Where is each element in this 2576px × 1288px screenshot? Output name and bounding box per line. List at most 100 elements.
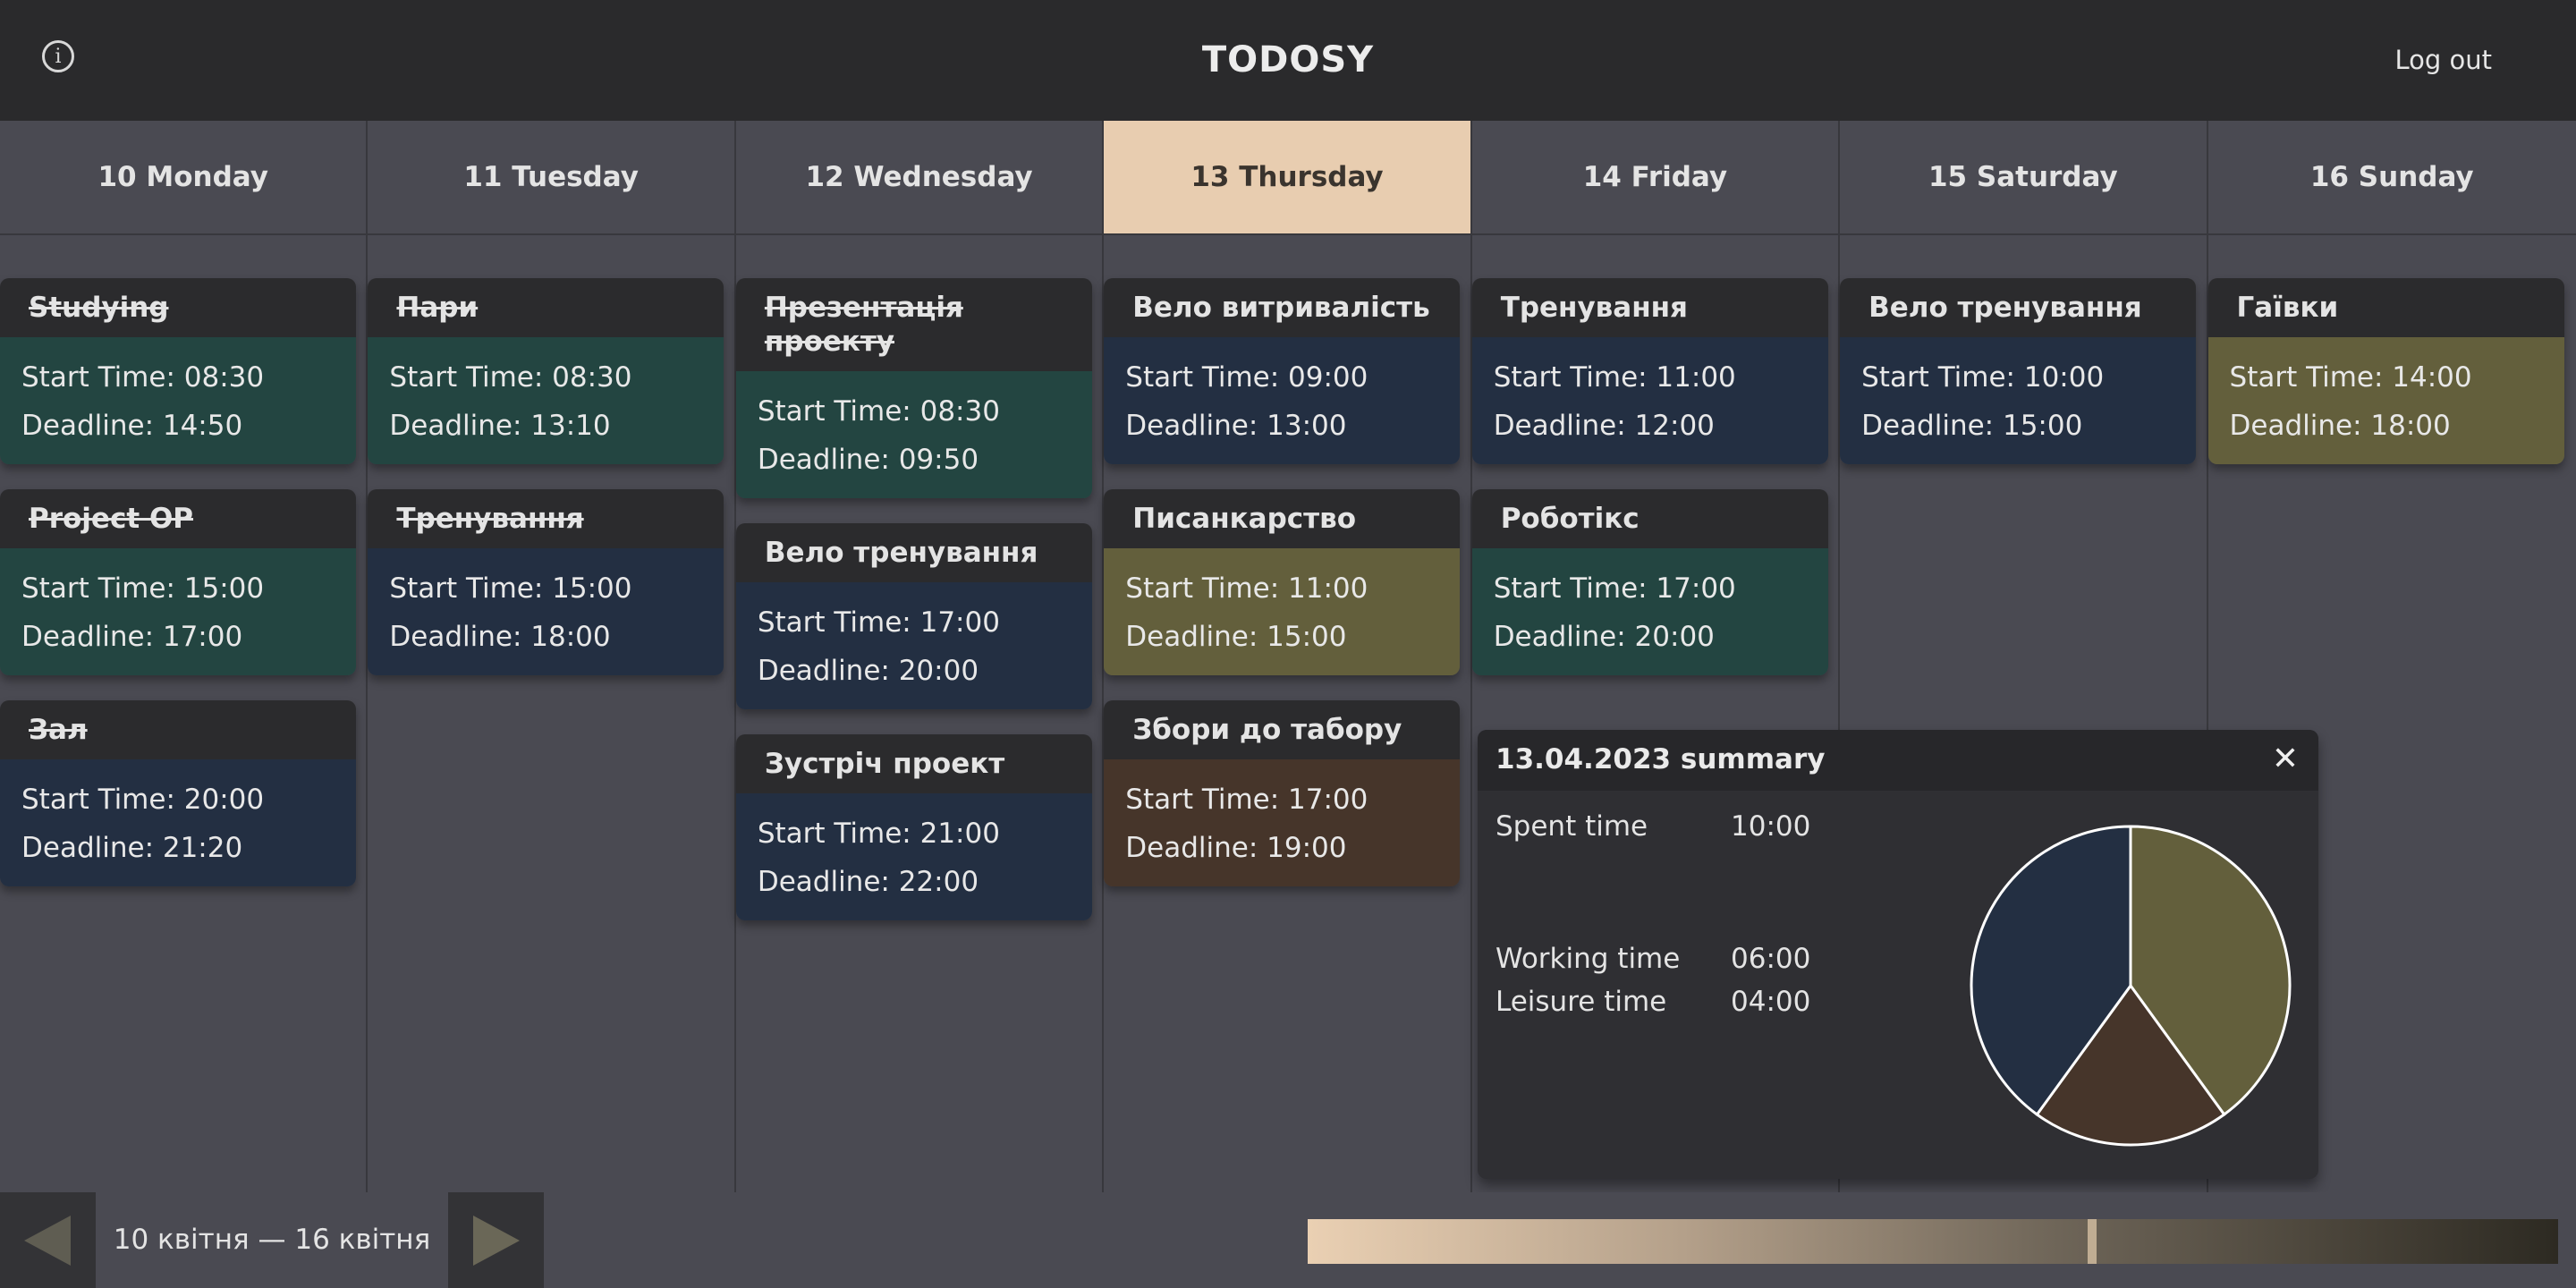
task-deadline: Deadline: 22:00 [757,866,979,898]
task-start-time: Start Time: 11:00 [1493,361,1736,394]
task-details: Start Time: 09:00 Deadline: 13:00 [1104,337,1461,464]
task-title: Гаївки [2207,278,2564,337]
next-week-button[interactable] [448,1192,544,1288]
task-details: Start Time: 17:00 Deadline: 19:00 [1104,759,1461,886]
arrow-right-icon [473,1216,520,1266]
day-column-wednesday: Презентація проекту Start Time: 08:30 Dead… [735,235,1105,1192]
task-title: Зал [0,700,356,759]
task-deadline: Deadline: 19:00 [1125,832,1347,864]
task-card[interactable]: Вело тренування Start Time: 17:00 Deadline… [735,523,1092,709]
day-header-thursday[interactable]: 13 Thursday [1104,121,1472,233]
task-deadline: Deadline: 15:00 [1861,410,2083,442]
week-days-header: 10 Monday 11 Tuesday 12 Wednesday 13 Thu… [0,121,2576,235]
spent-time-label: Spent time [1496,810,1648,843]
task-deadline: Deadline: 20:00 [1493,621,1715,653]
app-title: TODOSY [1201,39,1375,80]
task-title: Збори до табору [1104,700,1461,759]
task-card[interactable]: Вело тренування Start Time: 10:00 Deadline… [1840,278,2197,464]
task-title: Писанкарство [1104,489,1461,548]
task-card[interactable]: Збори до табору Start Time: 17:00 Deadline… [1104,700,1461,886]
task-details: Start Time: 20:00 Deadline: 21:20 [0,759,356,886]
task-card[interactable]: Вело витривалість Start Time: 09:00 Deadli… [1104,278,1461,464]
task-title: Вело тренування [735,523,1092,582]
task-details: Start Time: 15:00 Deadline: 18:00 [368,548,724,675]
day-column-tuesday: Пари Start Time: 08:30 Deadline: 13:10 Трен… [368,235,736,1192]
summary-title: 13.04.2023 summary [1496,743,1826,775]
logout-button[interactable]: Log out [2394,0,2492,121]
task-start-time: Start Time: 14:00 [2229,361,2472,394]
task-details: Start Time: 10:00 Deadline: 15:00 [1840,337,2197,464]
day-header-sunday[interactable]: 16 Sunday [2208,121,2576,233]
task-start-time: Start Time: 15:00 [21,572,265,605]
task-start-time: Start Time: 21:00 [757,818,1000,850]
task-start-time: Start Time: 20:00 [21,784,265,816]
task-start-time: Start Time: 08:30 [757,395,1000,428]
day-column-monday: Studying Start Time: 08:30 Deadline: 14:50… [0,235,369,1192]
task-start-time: Start Time: 11:00 [1125,572,1368,605]
info-icon[interactable]: i [42,40,74,72]
task-details: Start Time: 17:00 Deadline: 20:00 [735,582,1092,709]
task-card[interactable]: Project OP Start Time: 15:00 Deadline: 17:… [0,489,356,675]
task-deadline: Deadline: 20:00 [757,655,979,687]
task-title: Вело витривалість [1104,278,1461,337]
prev-week-button[interactable] [0,1192,96,1288]
day-header-saturday[interactable]: 15 Saturday [1840,121,2208,233]
task-card[interactable]: Тренування Start Time: 11:00 Deadline: 12:… [1471,278,1828,464]
day-header-wednesday[interactable]: 12 Wednesday [736,121,1105,233]
task-start-time: Start Time: 17:00 [1493,572,1736,605]
task-card[interactable]: Презентація проекту Start Time: 08:30 Dead… [735,278,1092,498]
summary-header: 13.04.2023 summary ✕ [1478,730,2318,791]
week-progress-bar [1308,1219,2558,1264]
task-deadline: Deadline: 12:00 [1493,410,1715,442]
task-card[interactable]: Зустріч проект Start Time: 21:00 Deadline:… [735,734,1092,920]
task-title: Тренування [368,489,724,548]
task-deadline: Deadline: 13:00 [1125,410,1347,442]
task-title: Зустріч проект [735,734,1092,793]
task-card[interactable]: Гаївки Start Time: 14:00 Deadline: 18:00 [2207,278,2564,464]
task-details: Start Time: 08:30 Deadline: 14:50 [0,337,356,464]
top-bar: i TODOSY Log out [0,0,2576,121]
task-details: Start Time: 08:30 Deadline: 13:10 [368,337,724,464]
close-icon[interactable]: ✕ [2272,730,2299,789]
task-card[interactable]: Роботікс Start Time: 17:00 Deadline: 20:00 [1471,489,1828,675]
task-start-time: Start Time: 08:30 [389,361,632,394]
task-details: Start Time: 11:00 Deadline: 12:00 [1471,337,1828,464]
time-pie-chart [1970,825,2292,1147]
task-deadline: Deadline: 15:00 [1125,621,1347,653]
task-start-time: Start Time: 10:00 [1861,361,2105,394]
task-start-time: Start Time: 08:30 [21,361,265,394]
task-deadline: Deadline: 13:10 [389,410,611,442]
working-time-value: 06:00 [1731,943,1811,975]
task-start-time: Start Time: 17:00 [757,606,1000,639]
task-card[interactable]: Писанкарство Start Time: 11:00 Deadline: 1… [1104,489,1461,675]
task-card[interactable]: Studying Start Time: 08:30 Deadline: 14:50 [0,278,356,464]
task-title: Studying [0,278,356,337]
day-column-thursday: Вело витривалість Start Time: 09:00 Deadli… [1104,235,1472,1192]
task-card[interactable]: Тренування Start Time: 15:00 Deadline: 18:… [368,489,724,675]
leisure-time-label: Leisure time [1496,986,1667,1018]
task-title: Презентація проекту [735,278,1092,371]
footer-bar: 10 квітня — 16 квітня [0,1192,2576,1288]
day-header-monday[interactable]: 10 Monday [0,121,369,233]
day-header-tuesday[interactable]: 11 Tuesday [368,121,736,233]
task-title: Роботікс [1471,489,1828,548]
task-card[interactable]: Зал Start Time: 20:00 Deadline: 21:20 [0,700,356,886]
task-details: Start Time: 08:30 Deadline: 09:50 [735,371,1092,498]
task-details: Start Time: 15:00 Deadline: 17:00 [0,548,356,675]
day-summary-popup: 13.04.2023 summary ✕ Spent time 10:00 Wo… [1478,730,2318,1179]
spent-time-value: 10:00 [1731,810,1811,843]
task-start-time: Start Time: 17:00 [1125,784,1368,816]
task-deadline: Deadline: 21:20 [21,832,243,864]
task-deadline: Deadline: 09:50 [757,444,979,476]
task-details: Start Time: 21:00 Deadline: 22:00 [735,793,1092,920]
task-start-time: Start Time: 15:00 [389,572,632,605]
task-details: Start Time: 14:00 Deadline: 18:00 [2207,337,2564,464]
task-title: Пари [368,278,724,337]
week-range-label: 10 квітня — 16 квітня [96,1192,448,1288]
task-card[interactable]: Пари Start Time: 08:30 Deadline: 13:10 [368,278,724,464]
day-header-friday[interactable]: 14 Friday [1472,121,1841,233]
task-title: Вело тренування [1840,278,2197,337]
task-start-time: Start Time: 09:00 [1125,361,1368,394]
task-details: Start Time: 17:00 Deadline: 20:00 [1471,548,1828,675]
task-details: Start Time: 11:00 Deadline: 15:00 [1104,548,1461,675]
